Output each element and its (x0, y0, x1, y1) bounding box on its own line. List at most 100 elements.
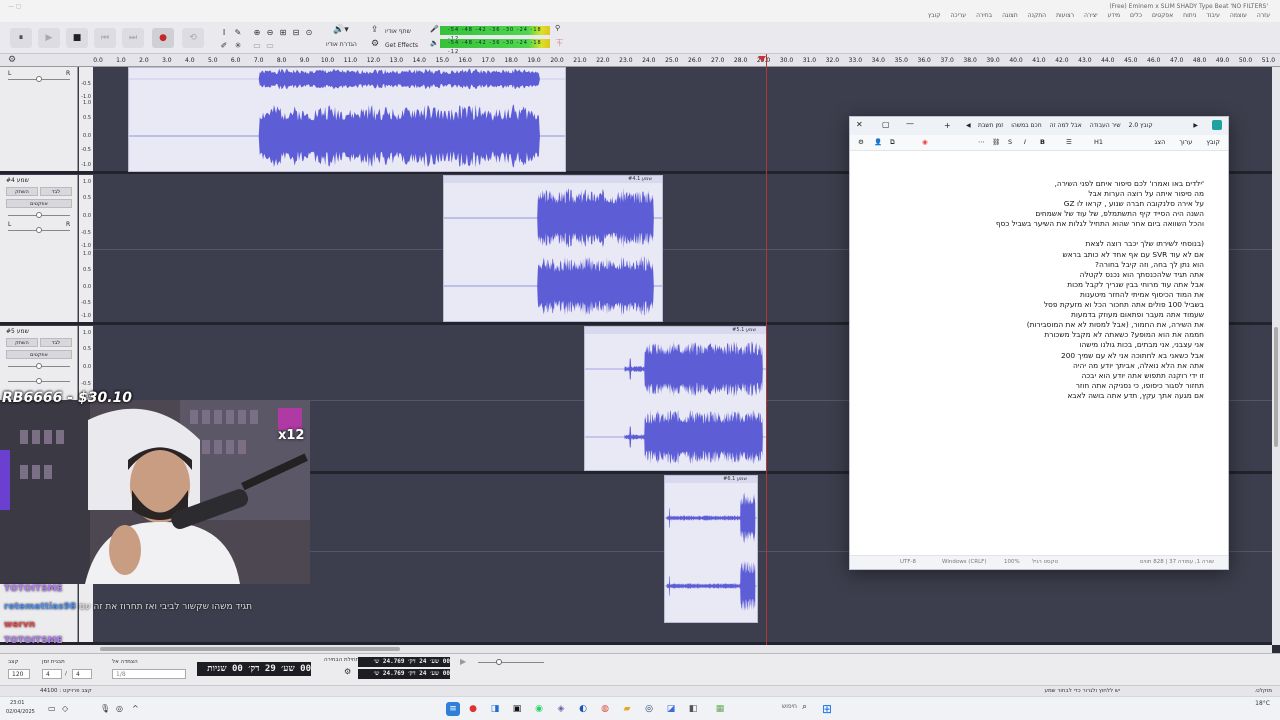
taskbar-date[interactable]: 02/04/2025 (6, 709, 35, 715)
file-explorer-icon[interactable]: ▰ (620, 702, 634, 716)
clip-indicator-icon[interactable]: ⏇ (556, 38, 563, 48)
link-icon[interactable]: ⛓ (992, 138, 1000, 146)
notepad-window[interactable]: ✕ ▢ — + ◀ קובץ 2.0 שיר העבודה אבל למה זה חכ… (849, 116, 1229, 570)
audio-setup-icon[interactable]: 🔊▾ (333, 25, 349, 35)
notepad-menu-item[interactable]: ערוך (1179, 138, 1192, 146)
pan-slider[interactable] (8, 378, 70, 384)
taskbar-app-icon[interactable]: ≡ (446, 702, 460, 716)
playhead-marker[interactable] (758, 56, 766, 62)
menu-item[interactable]: אפקטים (1152, 12, 1173, 19)
audio-setup-label[interactable]: הגדרת אודיו (326, 41, 357, 48)
menu-item[interactable]: התקנה (1028, 12, 1046, 19)
silence-icon[interactable]: ▭ (264, 39, 276, 51)
taskbar-app-icon[interactable]: ◧ (686, 702, 700, 716)
maximize-icon[interactable]: ▢ (882, 120, 890, 129)
taskbar-app-icon[interactable]: ◪ (664, 702, 678, 716)
playhead-line[interactable] (766, 54, 767, 645)
clip-title[interactable]: שמע #5.1 (585, 327, 766, 334)
notepad-tab[interactable]: קובץ 2.0 (1129, 122, 1153, 129)
window-controls-icon[interactable]: — ▢ (8, 3, 22, 10)
selection-settings-icon[interactable]: ⚙ (344, 667, 351, 676)
menu-item[interactable]: עזרה (1257, 12, 1270, 19)
tab-scroll-icon[interactable]: ◀ (966, 122, 971, 129)
menu-item[interactable]: עריכה (950, 12, 966, 19)
taskbar-app-icon[interactable]: ◨ (488, 702, 502, 716)
menu-item[interactable]: עוצמה (1230, 12, 1247, 19)
track-name[interactable]: שמע #4 (6, 177, 29, 184)
zoom-toggle-icon[interactable]: ⊙ (303, 26, 315, 38)
list-icon[interactable]: ☰ (1066, 138, 1072, 146)
notification-icon[interactable]: ▭ (48, 704, 56, 713)
fit-project-icon[interactable]: ⊟ (290, 26, 302, 38)
solo-button[interactable]: לבד (40, 187, 72, 196)
taskbar-app-icon[interactable]: ▣ (510, 702, 524, 716)
play-button[interactable]: ▶ (38, 28, 60, 48)
stop-button[interactable]: ■ (66, 28, 88, 48)
record-button[interactable]: ● (152, 28, 174, 48)
settings-icon[interactable]: ⚙ (858, 138, 864, 146)
selection-tool-icon[interactable]: I (218, 26, 230, 38)
share-icon[interactable]: ⇪ (371, 25, 379, 35)
ruler-settings-icon[interactable]: ⚙ (8, 55, 16, 65)
time-signature-numerator[interactable]: 4 (42, 669, 62, 679)
mic-tray-icon[interactable]: 🎙 (100, 704, 110, 713)
windows-start-icon[interactable]: ⊞ (820, 702, 834, 716)
account-icon[interactable]: 👤 (874, 138, 882, 146)
vertical-scrollbar[interactable] (1272, 67, 1280, 645)
chrome-icon[interactable]: ◍ (598, 702, 612, 716)
show-hidden-icon[interactable]: ^ (132, 704, 139, 713)
zoom-out-icon[interactable]: ⊖ (264, 26, 276, 38)
more-icon[interactable]: ⋯ (978, 138, 985, 146)
share-audio-label[interactable]: שתף אודיו (385, 28, 411, 35)
zoom-in-icon[interactable]: ⊕ (251, 26, 263, 38)
pan-slider[interactable] (8, 227, 70, 233)
menu-item[interactable]: מידע (1108, 12, 1120, 19)
network-icon[interactable]: ◇ (62, 704, 68, 713)
italic-icon[interactable]: I (1024, 138, 1026, 146)
menu-item[interactable]: תצוגה (1002, 12, 1018, 19)
menu-item[interactable]: יצירה (1084, 12, 1098, 19)
steam-icon[interactable]: ◎ (642, 702, 656, 716)
track-1-header[interactable]: L R (0, 67, 78, 171)
solo-button[interactable]: לבד (40, 338, 72, 347)
menu-item[interactable]: בחירה (976, 12, 992, 19)
time-signature-denominator[interactable]: 4 (72, 669, 92, 679)
gain-slider[interactable] (8, 76, 70, 82)
play-at-speed-icon[interactable]: ▶ (460, 657, 466, 666)
close-icon[interactable]: ✕ (856, 120, 863, 129)
skip-start-button[interactable]: ⏮ (94, 28, 116, 48)
mute-button[interactable]: השתק (6, 187, 38, 196)
menu-item[interactable]: קובץ (928, 12, 941, 19)
taskbar-app-icon[interactable]: ◈ (554, 702, 568, 716)
notepad-tab[interactable]: זמן חשבת (978, 122, 1003, 129)
bold-icon[interactable]: B (1040, 138, 1045, 146)
taskbar-clock[interactable]: 23:01 (10, 700, 24, 706)
selection-start-time[interactable]: 00 שע׳ 24 דק׳ 24.769 ש׳ (358, 657, 450, 667)
taskbar-search-label[interactable]: חיפוש (782, 703, 797, 710)
pause-button[interactable]: ⏸ (10, 28, 32, 48)
playback-meter[interactable]: -54 -48 -42 -36 -30 -24 -18 -12 (440, 39, 550, 55)
mute-button[interactable]: השתק (6, 338, 38, 347)
menu-item[interactable]: עיבוד (1206, 12, 1219, 19)
record-meter[interactable]: -54 -48 -42 -36 -30 -24 -18 -12 (440, 26, 550, 42)
audio-clip-4[interactable]: שמע #6.1 (664, 475, 758, 623)
snap-select[interactable]: 1/8 (112, 669, 186, 679)
menu-item[interactable]: רצועות (1056, 12, 1074, 19)
notepad-menu-item[interactable]: קובץ (1206, 138, 1220, 146)
clip-title[interactable]: שמע #4.1 (444, 176, 662, 183)
timeline-ruler[interactable]: ⚙ 0.0 1.0 2.0 3.0 4.0 5.0 6.0 7.0 8.0 9.0 10.0 11.0… (0, 54, 1280, 67)
weather-temp[interactable]: 18°C (1255, 700, 1270, 707)
draw-tool-icon[interactable]: ✐ (218, 39, 230, 51)
track-name[interactable]: שמע #5 (6, 328, 29, 335)
audio-clip-1[interactable] (128, 67, 566, 172)
horizontal-scrollbar[interactable] (0, 645, 1272, 653)
audio-clip-3[interactable]: שמע #5.1 (584, 326, 767, 471)
skip-end-button[interactable]: ⏭ (122, 28, 144, 48)
menu-item[interactable]: כלים (1130, 12, 1142, 19)
plugin-icon[interactable]: ⚙ (371, 39, 379, 49)
effects-button[interactable]: אפקטים (6, 350, 72, 359)
time-display[interactable]: 00 שע׳ 29 דק׳ 00 שניות (197, 662, 311, 676)
notepad-menu-item[interactable]: הצג (1155, 138, 1166, 146)
meter-menu-icon[interactable]: ⚲ (555, 24, 560, 32)
tempo-field[interactable]: 120 (8, 669, 30, 679)
